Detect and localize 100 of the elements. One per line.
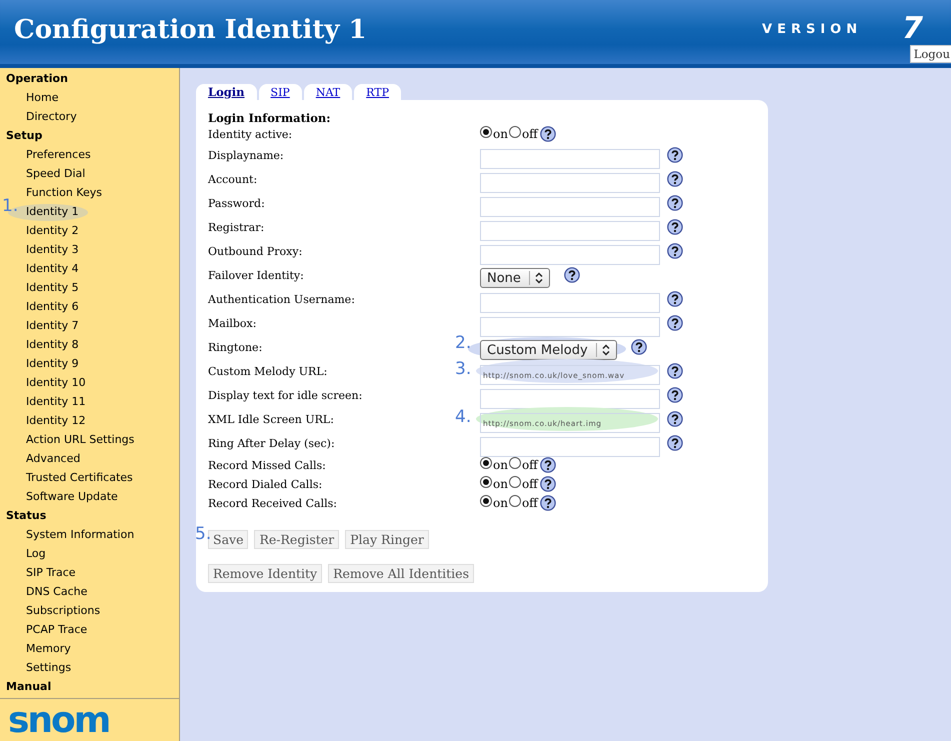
sidebar-link[interactable]: Identity 6: [26, 300, 79, 313]
action-button[interactable]: Remove Identity: [208, 564, 322, 583]
radio-label: off: [522, 477, 538, 491]
tab[interactable]: NAT: [304, 84, 352, 100]
help-icon[interactable]: [540, 457, 556, 473]
input-field[interactable]: [480, 221, 660, 241]
help-icon[interactable]: [630, 339, 647, 355]
help-icon[interactable]: [667, 315, 683, 331]
tab[interactable]: RTP: [354, 84, 401, 100]
radio-button[interactable]: [480, 126, 492, 138]
help-icon[interactable]: [540, 476, 556, 492]
tab[interactable]: SIP: [258, 84, 302, 100]
sidebar-link[interactable]: Log: [26, 547, 46, 560]
sidebar-link[interactable]: Identity 7: [26, 319, 79, 332]
sidebar-link[interactable]: Identity 12: [26, 414, 86, 427]
sidebar-link[interactable]: Identity 1: [26, 205, 79, 218]
field-label: Mailbox:: [208, 316, 256, 332]
radio-button[interactable]: [480, 476, 492, 488]
help-icon[interactable]: [540, 495, 556, 511]
dropdown[interactable]: None: [480, 268, 550, 288]
sidebar-link[interactable]: Advanced: [26, 452, 80, 465]
radio-label: on: [493, 458, 508, 472]
annotation-number: 3.: [455, 359, 472, 379]
field-label: Custom Melody URL:: [208, 364, 328, 380]
radio-button[interactable]: [508, 476, 521, 488]
sidebar-link[interactable]: PCAP Trace: [26, 623, 88, 636]
sidebar-link[interactable]: Settings: [26, 661, 72, 674]
help-icon[interactable]: [667, 147, 683, 163]
input-field[interactable]: [480, 389, 660, 409]
help-icon[interactable]: [667, 171, 683, 187]
updown-icon: [596, 343, 612, 357]
sidebar-link[interactable]: Action URL Settings: [26, 433, 134, 446]
sidebar-link[interactable]: Directory: [26, 110, 77, 123]
sidebar-link[interactable]: Trusted Certificates: [26, 471, 133, 484]
sidebar-link[interactable]: Subscriptions: [26, 604, 100, 617]
field-label: Outbound Proxy:: [208, 244, 302, 260]
field-label: XML Idle Screen URL:: [208, 412, 334, 428]
input-field[interactable]: [480, 197, 660, 217]
sidebar-link[interactable]: Identity 5: [26, 281, 79, 294]
radio-label: off: [522, 458, 538, 472]
sidebar-link[interactable]: SIP Trace: [26, 566, 76, 579]
updown-icon: [528, 271, 545, 285]
action-button[interactable]: Save: [208, 530, 248, 549]
field-label: Record Missed Calls:: [208, 458, 326, 474]
sidebar-link[interactable]: Identity 3: [26, 243, 79, 256]
input-field[interactable]: [480, 437, 660, 457]
sidebar-link[interactable]: Home: [26, 91, 58, 104]
logout-button[interactable]: Logou: [910, 45, 951, 63]
sidebar-link[interactable]: Software Update: [26, 490, 118, 503]
action-button[interactable]: Remove All Identities: [328, 564, 474, 583]
help-icon[interactable]: [667, 363, 683, 379]
field-label: Record Received Calls:: [208, 496, 337, 512]
section-heading: Setup: [5, 128, 44, 144]
sidebar-link[interactable]: Identity 9: [26, 357, 79, 370]
radio-button[interactable]: [508, 457, 521, 469]
help-icon[interactable]: [540, 126, 556, 142]
help-icon[interactable]: [667, 195, 683, 211]
page-title: Configuration Identity 1: [14, 15, 368, 45]
section-heading: Manual: [5, 679, 52, 695]
sidebar-link[interactable]: System Information: [26, 528, 134, 541]
sidebar-link[interactable]: Identity 10: [26, 376, 86, 389]
field-label: Registrar:: [208, 220, 264, 236]
sidebar-link[interactable]: Identity 4: [26, 262, 79, 275]
field-label: Ringtone:: [208, 340, 262, 356]
field-label: Display text for idle screen:: [208, 388, 362, 404]
sidebar-link[interactable]: Function Keys: [26, 186, 102, 199]
radio-label: on: [493, 477, 508, 491]
sidebar-link[interactable]: Preferences: [26, 148, 91, 161]
dropdown[interactable]: Custom Melody: [480, 340, 617, 360]
sidebar-link[interactable]: Identity 2: [26, 224, 79, 237]
help-icon[interactable]: [667, 243, 683, 259]
help-icon[interactable]: [667, 411, 683, 427]
sidebar-link[interactable]: Identity 11: [26, 395, 86, 408]
tab[interactable]: Login: [196, 84, 257, 100]
action-button[interactable]: Re-Register: [254, 530, 340, 549]
sidebar-link[interactable]: DNS Cache: [26, 585, 88, 598]
help-icon[interactable]: [564, 267, 580, 283]
input-field[interactable]: [480, 149, 660, 169]
field-label: Failover Identity:: [208, 268, 304, 284]
help-icon[interactable]: [667, 291, 683, 307]
radio-label: on: [493, 127, 508, 141]
input-field[interactable]: [480, 245, 660, 265]
help-icon[interactable]: [667, 435, 683, 451]
input-field[interactable]: [480, 293, 660, 313]
sidebar-link[interactable]: Memory: [26, 642, 71, 655]
radio-button[interactable]: [508, 126, 521, 138]
input-field[interactable]: [480, 317, 660, 337]
radio-button[interactable]: [480, 495, 492, 507]
annotation-number: 4.: [455, 407, 472, 427]
help-icon[interactable]: [667, 219, 683, 235]
field-label: Ring After Delay (sec):: [208, 436, 335, 452]
action-button[interactable]: Play Ringer: [345, 530, 429, 549]
annotation-number: 2.: [455, 333, 472, 353]
sidebar-link[interactable]: Identity 8: [26, 338, 79, 351]
radio-button[interactable]: [480, 457, 492, 469]
radio-button[interactable]: [508, 495, 521, 507]
field-label: Authentication Username:: [208, 292, 355, 308]
sidebar-link[interactable]: Speed Dial: [26, 167, 86, 180]
input-field[interactable]: [480, 173, 660, 193]
help-icon[interactable]: [667, 387, 683, 403]
